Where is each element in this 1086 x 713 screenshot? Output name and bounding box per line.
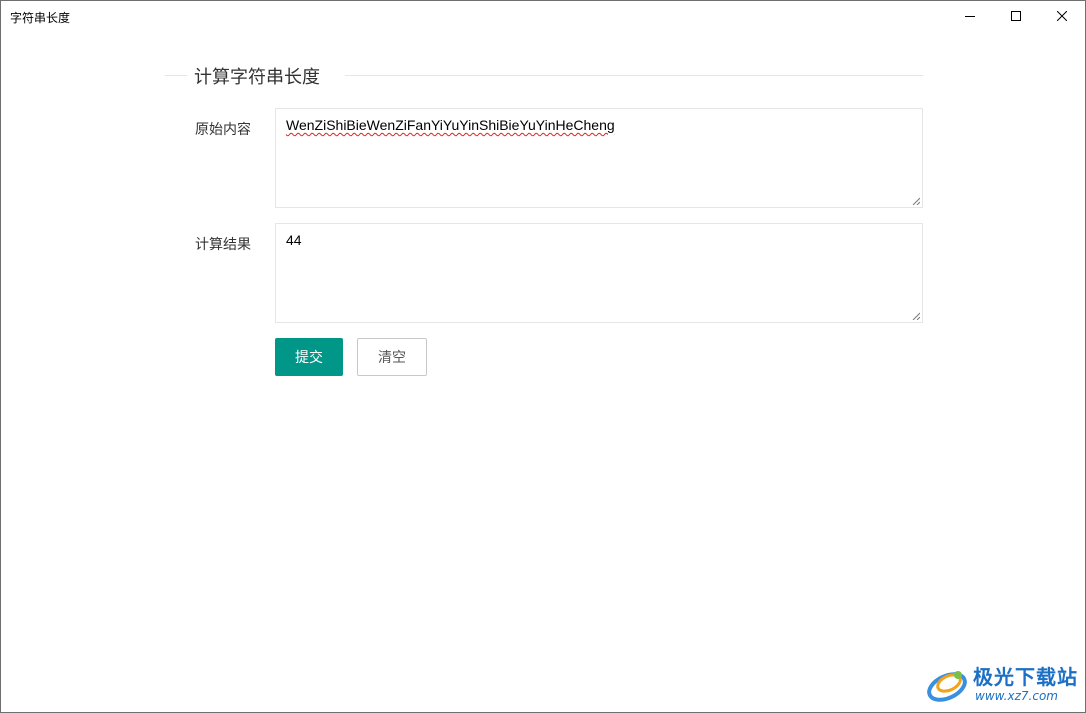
watermark-name: 极光下载站 — [973, 665, 1078, 689]
close-button[interactable] — [1039, 1, 1085, 31]
fieldset-divider-left — [165, 75, 187, 76]
result-label: 计算结果 — [195, 237, 251, 253]
source-text: WenZiShiBieWenZiFanYiYuYinShiBieYuYinHeC… — [286, 117, 615, 133]
maximize-icon — [1011, 11, 1021, 21]
app-window: 字符串长度 计算字符串长度 原始内容 WenZiShiBieWenZiFanYi… — [0, 0, 1086, 713]
window-title: 字符串长度 — [10, 11, 71, 25]
resize-grip-icon[interactable] — [912, 312, 920, 320]
minimize-icon — [965, 16, 975, 17]
source-textarea[interactable]: WenZiShiBieWenZiFanYiYuYinShiBieYuYinHeC… — [275, 108, 923, 208]
form-legend: 计算字符串长度 — [194, 67, 320, 88]
close-icon — [1057, 11, 1067, 21]
result-text: 44 — [286, 232, 302, 248]
fieldset-divider-right — [345, 75, 923, 76]
result-textarea[interactable]: 44 — [275, 223, 923, 323]
watermark-url: www.xz7.com — [975, 689, 1058, 703]
resize-grip-icon[interactable] — [912, 197, 920, 205]
submit-button[interactable]: 提交 — [275, 338, 343, 376]
watermark: 极光下载站 www.xz7.com — [925, 659, 1081, 709]
title-bar: 字符串长度 — [1, 1, 1085, 31]
source-label: 原始内容 — [195, 122, 251, 138]
clear-button[interactable]: 清空 — [357, 338, 427, 376]
minimize-button[interactable] — [947, 1, 993, 31]
aurora-logo-icon — [927, 671, 967, 702]
maximize-button[interactable] — [993, 1, 1039, 31]
